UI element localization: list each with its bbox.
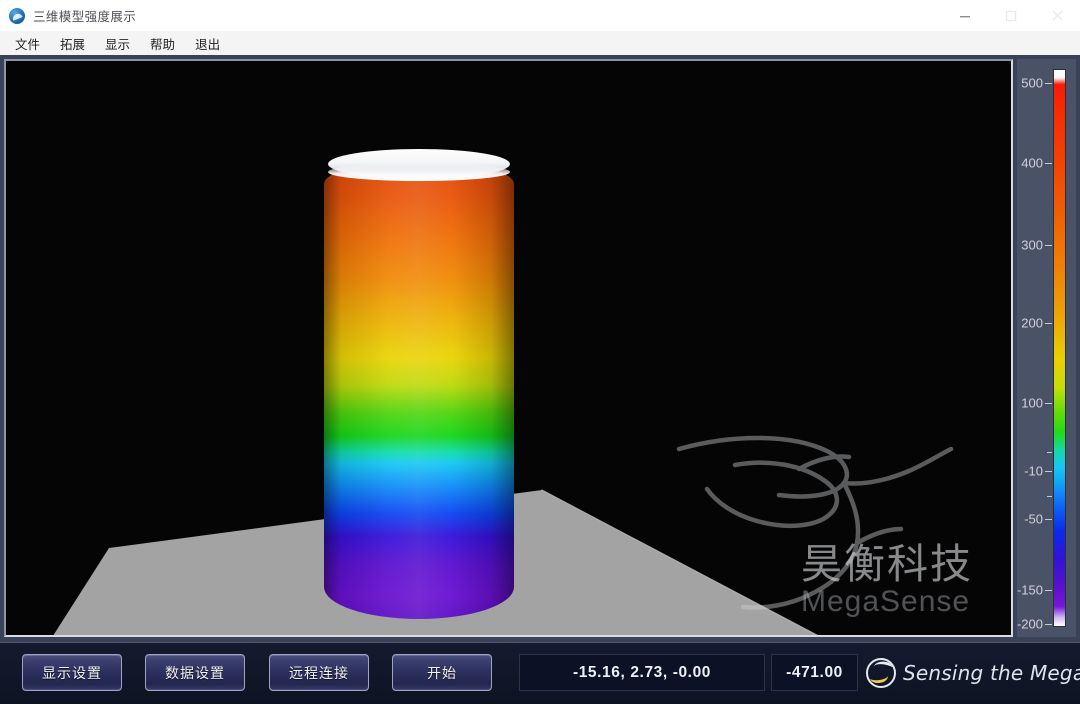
colorbar-gradient	[1053, 69, 1066, 627]
coordinate-readout: -15.16, 2.73, -0.00	[519, 654, 765, 691]
colorbar-label-200: 200	[1021, 315, 1043, 331]
colorbar-tick-minus50	[1045, 519, 1052, 520]
menu-item-help[interactable]: 帮助	[141, 32, 184, 55]
menu-item-display[interactable]: 显示	[96, 32, 139, 55]
watermark-en: MegaSense	[801, 585, 971, 618]
megasense-logo-icon	[866, 658, 896, 688]
cylinder-cap-highlight	[328, 163, 510, 181]
colorbar-label-100: 100	[1021, 395, 1043, 411]
colorbar-tick-100	[1045, 403, 1052, 404]
colorbar-label-minus200: -200	[1016, 616, 1043, 632]
application-window: 三维模型强度展示 文件 拓展 显示 帮助 退出 昊衡科技 MegaSense 5…	[0, 0, 1080, 704]
colorbar-tick-200	[1045, 323, 1052, 324]
3d-viewport[interactable]: 昊衡科技 MegaSense	[6, 61, 1011, 635]
colorbar-tick-0	[1047, 452, 1052, 453]
display-settings-button[interactable]: 显示设置	[22, 654, 122, 691]
colorbar-tick-400	[1045, 163, 1052, 164]
colorbar-label-minus10: -10	[1024, 463, 1043, 479]
colorbar-label-500: 500	[1021, 75, 1043, 91]
colorbar-tick-500	[1045, 83, 1052, 84]
menu-item-file[interactable]: 文件	[6, 32, 49, 55]
close-icon[interactable]	[1034, 0, 1080, 31]
title-bar: 三维模型强度展示	[0, 0, 1080, 31]
watermark: 昊衡科技 MegaSense	[801, 544, 973, 617]
menu-bar: 文件 拓展 显示 帮助 退出	[0, 31, 1080, 56]
intensity-readout: -471.00	[771, 654, 858, 691]
colorbar-panel: 500 400 300 200 100 -10 -50 -150 -200	[1017, 59, 1076, 637]
start-label: 开始	[427, 664, 457, 681]
menu-item-extend[interactable]: 拓展	[51, 32, 94, 55]
colorbar-label-400: 400	[1021, 155, 1043, 171]
colorbar-tick-minus200	[1045, 624, 1052, 625]
colorbar-label-minus150: -150	[1016, 582, 1043, 598]
bottom-toolbar: 显示设置 数据设置 远程连接 开始 -15.16, 2.73, -0.00 -4…	[0, 642, 1080, 704]
window-controls	[942, 0, 1080, 31]
colorbar-label-300: 300	[1021, 237, 1043, 253]
brand-slogan: Sensing the Mega	[903, 661, 1080, 685]
remote-connect-button[interactable]: 远程连接	[269, 654, 369, 691]
window-title: 三维模型强度展示	[33, 10, 137, 24]
watermark-cn: 昊衡科技	[801, 540, 973, 588]
main-body: 昊衡科技 MegaSense 500 400 300 200 100 -10 -…	[0, 55, 1080, 704]
cylinder-model[interactable]	[324, 149, 514, 619]
data-settings-label: 数据设置	[165, 664, 225, 681]
start-button[interactable]: 开始	[392, 654, 492, 691]
app-logo-icon	[9, 7, 25, 24]
brand-logo: Sensing the Mega	[866, 656, 1080, 690]
remote-connect-label: 远程连接	[289, 664, 349, 681]
display-settings-label: 显示设置	[42, 664, 102, 681]
colorbar-tick-minus10	[1045, 471, 1052, 472]
colorbar-tick-300	[1045, 245, 1052, 246]
viewport-frame: 昊衡科技 MegaSense	[4, 59, 1013, 637]
colorbar-tick-minus30	[1047, 496, 1052, 497]
data-settings-button[interactable]: 数据设置	[145, 654, 245, 691]
colorbar-tick-minus150	[1045, 590, 1052, 591]
colorbar-label-minus50: -50	[1024, 511, 1043, 527]
menu-item-exit[interactable]: 退出	[186, 32, 229, 55]
cylinder-body	[324, 161, 514, 619]
hummingbird-icon	[676, 435, 954, 610]
minimize-icon[interactable]	[942, 0, 988, 31]
maximize-icon[interactable]	[988, 0, 1034, 31]
